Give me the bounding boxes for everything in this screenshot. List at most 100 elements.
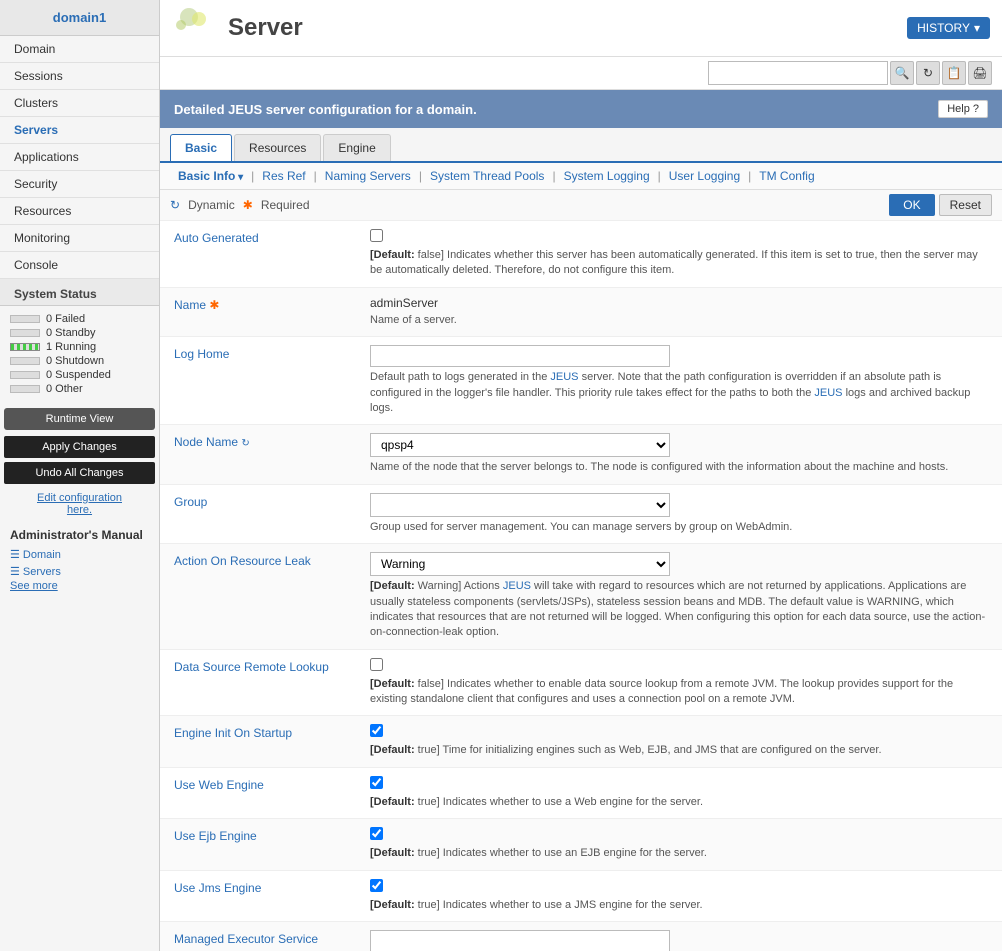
description-text: Detailed JEUS server configuration for a…	[174, 102, 477, 117]
checkbox-7[interactable]	[370, 724, 383, 737]
dynamic-icon: ↻	[170, 198, 180, 212]
sidebar-item-applications[interactable]: Applications	[0, 144, 159, 171]
field-content-11: Export name of managed-executor-service …	[360, 922, 1002, 951]
form-row-0: Auto Generated[Default: false] Indicates…	[160, 221, 1002, 287]
reset-button[interactable]: Reset	[939, 194, 992, 216]
field-desc-9: [Default: true] Indicates whether to use…	[370, 846, 992, 861]
field-content-2: Default path to logs generated in the JE…	[360, 337, 1002, 425]
field-content-0: [Default: false] Indicates whether this …	[360, 221, 1002, 287]
admin-link-domain[interactable]: ☰ Domain	[10, 546, 149, 563]
input-text-2[interactable]	[370, 345, 670, 367]
status-row-running: 1 Running	[10, 340, 149, 354]
search-input[interactable]	[708, 61, 888, 85]
sidebar-item-domain[interactable]: Domain	[0, 36, 159, 63]
sub-nav-item-naming-servers[interactable]: Naming Servers	[317, 169, 419, 183]
history-button[interactable]: HISTORY ▾	[907, 17, 990, 39]
form-row-11: Managed Executor ServiceExport name of m…	[160, 922, 1002, 951]
dynamic-label: Dynamic	[188, 198, 235, 212]
form-row-4: GroupGroup used for server management. Y…	[160, 484, 1002, 543]
server-logo	[172, 6, 222, 50]
checkbox-6[interactable]	[370, 658, 383, 671]
tab-resources[interactable]: Resources	[234, 134, 321, 161]
edit-config-anchor[interactable]: Edit configurationhere.	[37, 492, 122, 516]
search-button[interactable]: 🔍	[890, 61, 914, 85]
node-icon-3[interactable]: ↻	[241, 438, 249, 449]
field-content-3: qpsp4Name of the node that the server be…	[360, 425, 1002, 484]
form-row-7: Engine Init On Startup[Default: true] Ti…	[160, 716, 1002, 767]
main-content: Server HISTORY ▾ 🔍 ↻ 📋 🖨 Detailed JEUS s…	[160, 0, 1002, 951]
field-content-9: [Default: true] Indicates whether to use…	[360, 819, 1002, 870]
help-button[interactable]: Help ?	[938, 100, 988, 118]
status-row-shutdown: 0 Shutdown	[10, 354, 149, 368]
field-desc-2: Default path to logs generated in the JE…	[370, 370, 992, 416]
undo-changes-button[interactable]: Undo All Changes	[4, 462, 155, 484]
field-label-11: Managed Executor Service	[160, 922, 360, 951]
admin-manual-title: Administrator's Manual	[10, 528, 149, 542]
form-row-9: Use Ejb Engine[Default: true] Indicates …	[160, 819, 1002, 870]
form-row-8: Use Web Engine[Default: true] Indicates …	[160, 767, 1002, 818]
sub-nav-item-res-ref[interactable]: Res Ref	[254, 169, 313, 183]
field-label-10: Use Jms Engine	[160, 870, 360, 921]
sidebar-item-security[interactable]: Security	[0, 171, 159, 198]
field-label-6: Data Source Remote Lookup	[160, 649, 360, 716]
field-content-10: [Default: true] Indicates whether to use…	[360, 870, 1002, 921]
select-5[interactable]: Warning	[370, 552, 670, 576]
sidebar-item-clusters[interactable]: Clusters	[0, 90, 159, 117]
sidebar-domain-label[interactable]: domain1	[0, 0, 159, 36]
search-row: 🔍 ↻ 📋 🖨	[160, 57, 1002, 90]
select-3[interactable]: qpsp4	[370, 433, 670, 457]
sidebar-item-servers[interactable]: Servers	[0, 117, 159, 144]
field-desc-5: [Default: Warning] Actions JEUS will tak…	[370, 579, 992, 641]
status-row-standby: 0 Standby	[10, 326, 149, 340]
system-status-title: System Status	[0, 279, 159, 306]
history-arrow-icon: ▾	[974, 21, 980, 35]
sidebar-item-resources[interactable]: Resources	[0, 198, 159, 225]
tab-basic[interactable]: Basic	[170, 134, 232, 161]
sidebar-item-sessions[interactable]: Sessions	[0, 63, 159, 90]
form-row-2: Log HomeDefault path to logs generated i…	[160, 337, 1002, 425]
admin-link-servers[interactable]: ☰ Servers	[10, 563, 149, 580]
field-content-4: Group used for server management. You ca…	[360, 484, 1002, 543]
required-star-1: ✱	[209, 298, 219, 312]
select-4[interactable]	[370, 493, 670, 517]
field-label-4: Group	[160, 484, 360, 543]
top-bar-right: HISTORY ▾	[907, 17, 990, 39]
apply-changes-button[interactable]: Apply Changes	[4, 436, 155, 458]
checkbox-8[interactable]	[370, 776, 383, 789]
checkbox-10[interactable]	[370, 879, 383, 892]
checkbox-0[interactable]	[370, 229, 383, 242]
status-row-other: 0 Other	[10, 382, 149, 396]
field-desc-1: Name of a server.	[370, 313, 992, 328]
input-text-11[interactable]	[370, 930, 670, 951]
description-bar: Detailed JEUS server configuration for a…	[160, 90, 1002, 128]
checkbox-9[interactable]	[370, 827, 383, 840]
tab-engine[interactable]: Engine	[323, 134, 390, 161]
field-label-5: Action On Resource Leak	[160, 544, 360, 650]
refresh-button[interactable]: ↻	[916, 61, 940, 85]
field-content-8: [Default: true] Indicates whether to use…	[360, 767, 1002, 818]
sidebar-item-console[interactable]: Console	[0, 252, 159, 279]
action-bar-left: ↻ Dynamic ✱ Required	[170, 198, 310, 212]
admin-manual-section: Administrator's Manual ☰ Domain☰ Servers…	[0, 520, 159, 604]
top-bar-left: Server	[172, 6, 303, 50]
see-more-link[interactable]: See more	[10, 580, 58, 592]
sidebar-item-monitoring[interactable]: Monitoring	[0, 225, 159, 252]
required-icon: ✱	[243, 198, 253, 212]
export-button[interactable]: 📋	[942, 61, 966, 85]
field-content-7: [Default: true] Time for initializing en…	[360, 716, 1002, 767]
form-row-10: Use Jms Engine[Default: true] Indicates …	[160, 870, 1002, 921]
top-bar: Server HISTORY ▾	[160, 0, 1002, 57]
field-value-1: adminServer	[370, 296, 992, 310]
edit-config-link[interactable]: Edit configurationhere.	[0, 488, 159, 520]
required-label: Required	[261, 198, 310, 212]
sidebar: domain1 DomainSessionsClustersServersApp…	[0, 0, 160, 951]
ok-button[interactable]: OK	[889, 194, 934, 216]
sub-nav-item-basic-info[interactable]: Basic Info	[170, 169, 251, 183]
form-row-1: Name ✱adminServerName of a server.	[160, 287, 1002, 336]
sub-nav-item-user-logging[interactable]: User Logging	[661, 169, 748, 183]
sub-nav-item-tm-config[interactable]: TM Config	[751, 169, 822, 183]
sub-nav-item-system-thread-pools[interactable]: System Thread Pools	[422, 169, 553, 183]
runtime-view-button[interactable]: Runtime View	[4, 408, 155, 430]
print-button[interactable]: 🖨	[968, 61, 992, 85]
sub-nav-item-system-logging[interactable]: System Logging	[556, 169, 658, 183]
